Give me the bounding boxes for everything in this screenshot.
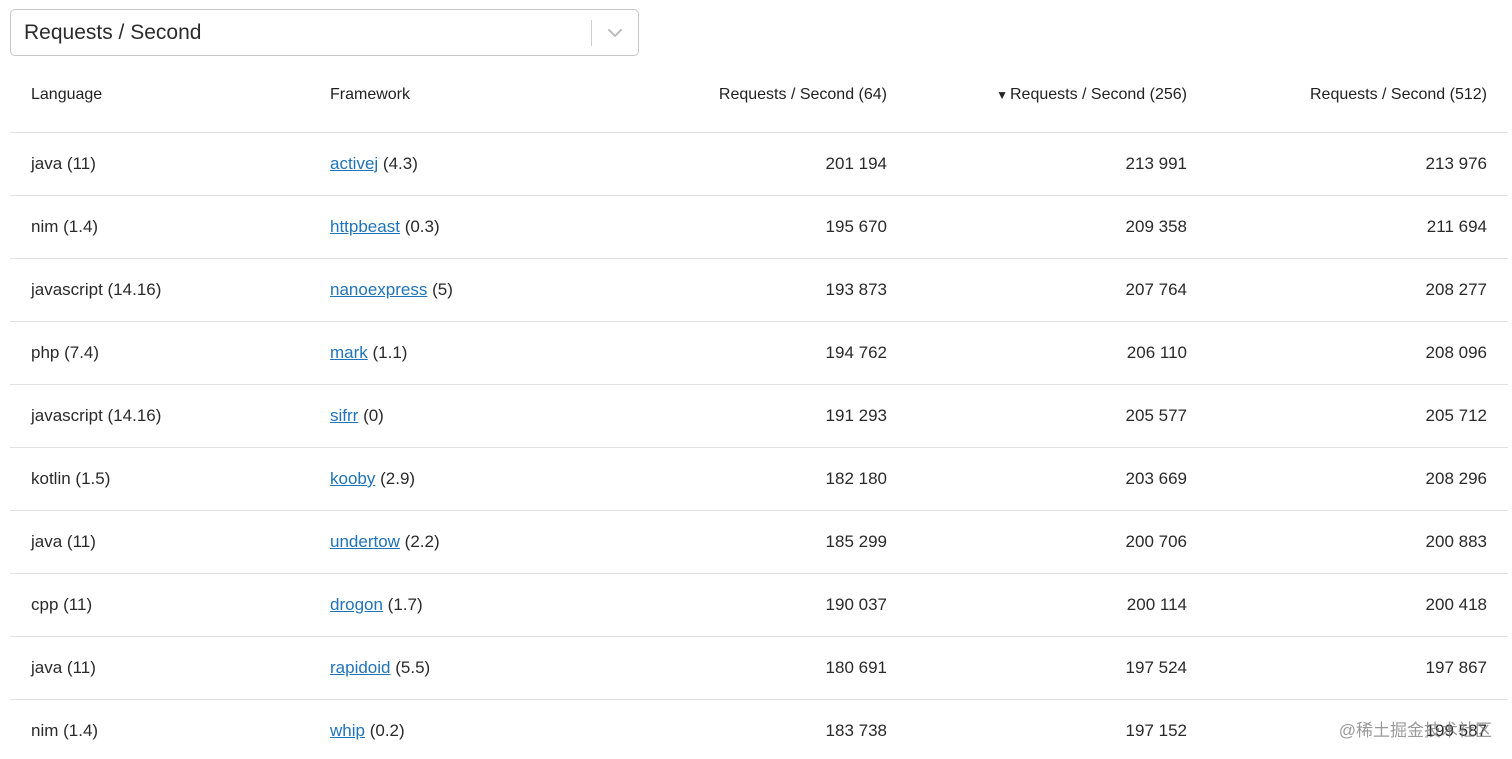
cell-rps-512: 211 694 — [1208, 195, 1508, 259]
metric-select[interactable]: Requests / Second — [10, 9, 639, 56]
table-row: java (11) activej (4.3) 201 194 213 991 213 … — [10, 132, 1508, 196]
cell-language: java (11) — [10, 510, 309, 574]
framework-version: (5) — [432, 280, 453, 299]
cell-language: java (11) — [10, 132, 309, 196]
cell-language: nim (1.4) — [10, 699, 309, 759]
table-row: java (11) undertow (2.2) 185 299 200 706 200… — [10, 510, 1508, 574]
cell-rps-256: 213 991 — [908, 132, 1208, 196]
cell-framework: undertow (2.2) — [309, 510, 608, 574]
framework-link[interactable]: whip — [330, 721, 365, 740]
framework-version: (4.3) — [382, 154, 418, 173]
benchmark-page: Requests / Second Language Framework Req… — [0, 0, 1512, 759]
results-table: Language Framework Requests / Second (64… — [10, 58, 1508, 759]
table-row: nim (1.4) httpbeast (0.3) 195 670 209 358 21… — [10, 195, 1508, 259]
header-rps-256[interactable]: ▼ Requests / Second (256) — [908, 58, 1208, 133]
cell-language: kotlin (1.5) — [10, 447, 309, 511]
framework-version: (1.7) — [387, 595, 423, 614]
table-row: javascript (14.16) nanoexpress (5) 193 873… — [10, 258, 1508, 322]
framework-link[interactable]: drogon — [330, 595, 383, 614]
cell-framework: sifrr (0) — [309, 384, 608, 448]
cell-rps-256: 197 152 — [908, 699, 1208, 759]
cell-rps-512: 208 277 — [1208, 258, 1508, 322]
table-row: kotlin (1.5) kooby (2.9) 182 180 203 669 208… — [10, 447, 1508, 511]
cell-rps-512: 205 712 — [1208, 384, 1508, 448]
framework-link[interactable]: nanoexpress — [330, 280, 427, 299]
cell-rps-256: 203 669 — [908, 447, 1208, 511]
cell-rps-256: 200 706 — [908, 510, 1208, 574]
cell-language: php (7.4) — [10, 321, 309, 385]
framework-version: (0) — [363, 406, 384, 425]
cell-rps-64: 180 691 — [608, 636, 908, 700]
header-language[interactable]: Language — [10, 58, 309, 133]
cell-language: javascript (14.16) — [10, 384, 309, 448]
framework-link[interactable]: rapidoid — [330, 658, 391, 677]
cell-rps-512: 213 976 — [1208, 132, 1508, 196]
framework-version: (2.9) — [380, 469, 416, 488]
cell-rps-256: 200 114 — [908, 573, 1208, 637]
cell-framework: nanoexpress (5) — [309, 258, 608, 322]
framework-version: (2.2) — [404, 532, 440, 551]
header-rps-256-label: Requests / Second (256) — [1010, 86, 1187, 103]
cell-rps-64: 193 873 — [608, 258, 908, 322]
cell-language: javascript (14.16) — [10, 258, 309, 322]
cell-framework: httpbeast (0.3) — [309, 195, 608, 259]
header-framework[interactable]: Framework — [309, 58, 608, 133]
framework-link[interactable]: httpbeast — [330, 217, 400, 236]
cell-rps-512: 197 867 — [1208, 636, 1508, 700]
cell-rps-64: 201 194 — [608, 132, 908, 196]
framework-version: (1.1) — [372, 343, 408, 362]
framework-version: (5.5) — [395, 658, 431, 677]
cell-framework: kooby (2.9) — [309, 447, 608, 511]
cell-rps-64: 191 293 — [608, 384, 908, 448]
cell-language: nim (1.4) — [10, 195, 309, 259]
cell-rps-512: 200 883 — [1208, 510, 1508, 574]
cell-rps-512: 208 296 — [1208, 447, 1508, 511]
cell-rps-256: 207 764 — [908, 258, 1208, 322]
cell-rps-64: 194 762 — [608, 321, 908, 385]
cell-rps-512: 208 096 — [1208, 321, 1508, 385]
chevron-down-icon[interactable] — [592, 10, 638, 55]
cell-framework: whip (0.2) — [309, 699, 608, 759]
table-row: java (11) rapidoid (5.5) 180 691 197 524 197… — [10, 636, 1508, 700]
header-rps-64[interactable]: Requests / Second (64) — [608, 58, 908, 133]
cell-rps-256: 206 110 — [908, 321, 1208, 385]
watermark: @稀土掘金技术社区 — [1338, 721, 1492, 740]
cell-rps-64: 185 299 — [608, 510, 908, 574]
cell-language: cpp (11) — [10, 573, 309, 637]
cell-framework: drogon (1.7) — [309, 573, 608, 637]
cell-rps-256: 197 524 — [908, 636, 1208, 700]
framework-link[interactable]: mark — [330, 343, 368, 362]
cell-rps-64: 190 037 — [608, 573, 908, 637]
table-row: nim (1.4) whip (0.2) 183 738 197 152 199 587 — [10, 699, 1508, 759]
table-row: php (7.4) mark (1.1) 194 762 206 110 208 096 — [10, 321, 1508, 385]
framework-version: (0.2) — [369, 721, 405, 740]
cell-rps-64: 183 738 — [608, 699, 908, 759]
table-row: cpp (11) drogon (1.7) 190 037 200 114 200 41… — [10, 573, 1508, 637]
cell-rps-64: 182 180 — [608, 447, 908, 511]
cell-rps-256: 209 358 — [908, 195, 1208, 259]
table-row: javascript (14.16) sifrr (0) 191 293 205 57… — [10, 384, 1508, 448]
cell-rps-512: 200 418 — [1208, 573, 1508, 637]
cell-rps-256: 205 577 — [908, 384, 1208, 448]
header-rps-512[interactable]: Requests / Second (512) — [1208, 58, 1508, 133]
table-header-row: Language Framework Requests / Second (64… — [10, 58, 1508, 133]
framework-version: (0.3) — [404, 217, 440, 236]
framework-link[interactable]: undertow — [330, 532, 400, 551]
cell-rps-64: 195 670 — [608, 195, 908, 259]
cell-framework: rapidoid (5.5) — [309, 636, 608, 700]
table-body: java (11) activej (4.3) 201 194 213 991 213 … — [10, 132, 1508, 759]
sort-desc-icon: ▼ — [996, 88, 1008, 102]
framework-link[interactable]: sifrr — [330, 406, 358, 425]
cell-language: java (11) — [10, 636, 309, 700]
cell-framework: mark (1.1) — [309, 321, 608, 385]
framework-link[interactable]: kooby — [330, 469, 375, 488]
metric-select-value: Requests / Second — [24, 20, 202, 44]
framework-link[interactable]: activej — [330, 154, 378, 173]
cell-framework: activej (4.3) — [309, 132, 608, 196]
